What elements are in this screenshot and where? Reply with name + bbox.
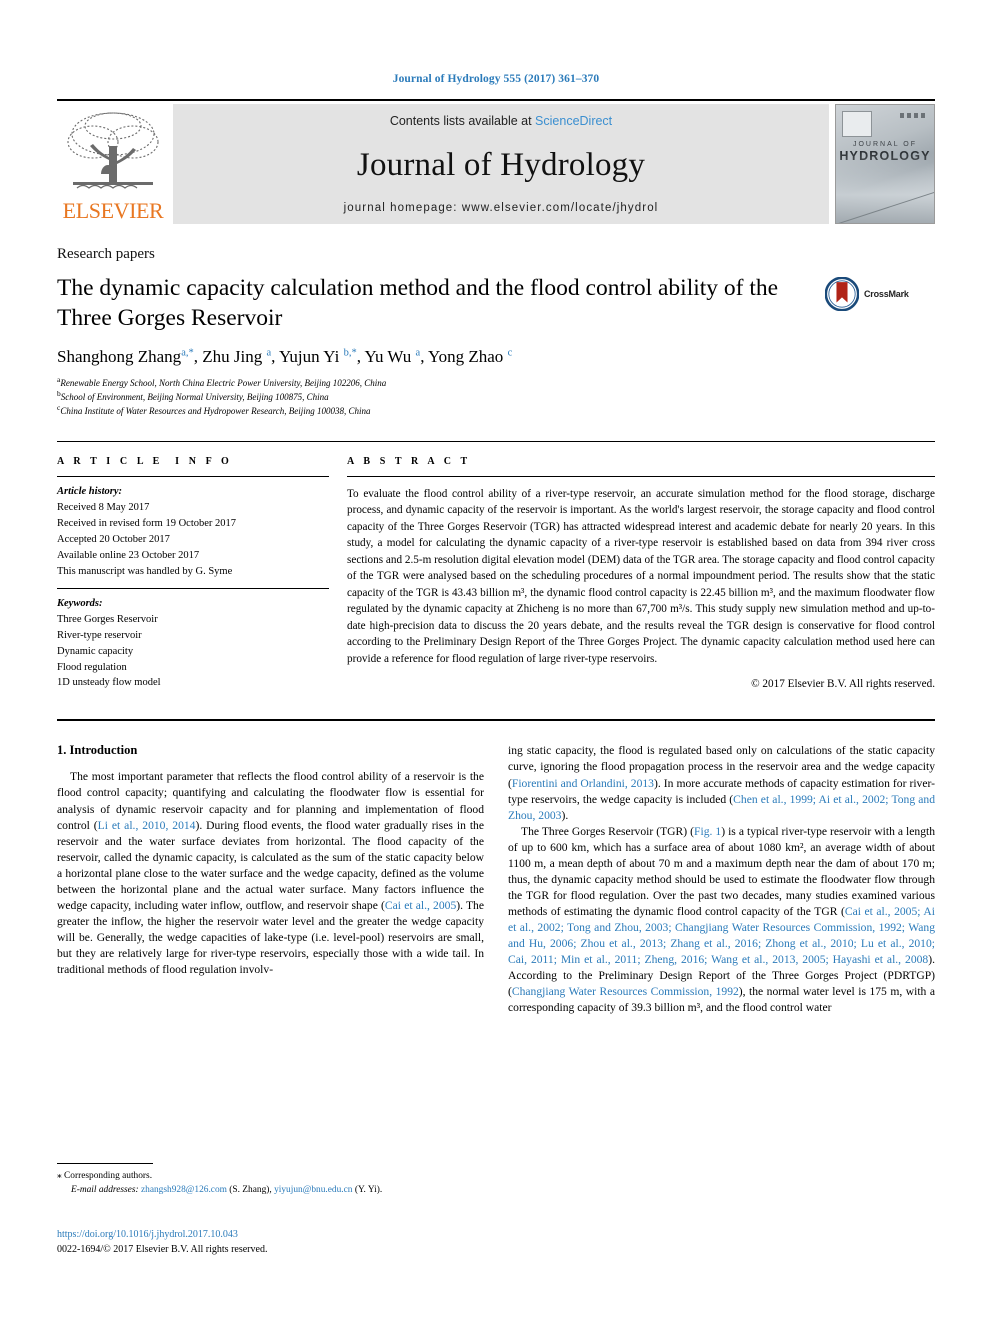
affiliation-text: School of Environment, Beijing Normal Un… [60,392,329,403]
introduction-heading: 1. Introduction [57,743,138,758]
citation-link[interactable]: Li et al., 2010, 2014 [98,819,196,832]
email-owner-2: (Y. Yi). [354,1185,383,1196]
author-mark: a [415,347,421,359]
intro-text-b: ) is a typical river-type reservoir with… [508,824,936,918]
affiliation-text: Renewable Energy School, North China Ele… [60,378,387,389]
article-section-label: Research papers [57,246,155,262]
sciencedirect-link[interactable]: ScienceDirect [535,114,612,128]
crossmark-icon [825,277,859,311]
journal-cover-thumbnail: JOURNAL OF HYDROLOGY [835,104,935,224]
article-history-label: Article history: [57,485,123,497]
citation-link[interactable]: Fiorentini and Orlandini, 2013 [512,777,654,790]
abstract-column: A B S T R A C T To evaluate the flood co… [347,442,935,699]
keyword-item: Flood regulation [57,661,127,673]
keyword-item: Three Gorges Reservoir [57,613,158,625]
author-mark: c [507,347,513,359]
corresponding-mark: ⁎ [57,1171,62,1181]
article-info-column: A R T I C L E I N F O Article history: R… [57,442,347,699]
affiliation-text: China Institute of Water Resources and H… [60,406,371,417]
history-item: Available online 23 October 2017 [57,549,200,561]
info-abstract-block: A R T I C L E I N F O Article history: R… [57,440,935,699]
elsevier-tree-icon [67,112,159,189]
intro-paragraph-right-1: ing static capacity, the flood is regula… [508,743,935,823]
email-label: E-mail addresses: [71,1185,139,1196]
author-mark: b,* [343,347,357,359]
keyword-item: River-type reservoir [57,629,142,641]
masthead-center: Contents lists available at ScienceDirec… [173,104,829,224]
abstract-heading: A B S T R A C T [347,455,471,467]
running-head: Journal of Hydrology 555 (2017) 361–370 [392,73,600,85]
keyword-item: 1D unsteady flow model [57,677,161,689]
figure-link[interactable]: Fig. 1 [694,825,721,838]
affiliation-list: aRenewable Energy School, North China El… [57,376,935,419]
author-list: Shanghong Zhanga,*, Zhu Jing a, Yujun Yi… [57,347,513,367]
email-owner-1: (S. Zhang), [229,1185,272,1196]
email-link-1[interactable]: zhangsh928@126.com [141,1185,227,1195]
author-mark: a,* [181,347,194,359]
contents-prefix: Contents lists available at [389,114,536,128]
issn-copyright-line: 0022-1694/© 2017 Elsevier B.V. All right… [57,1244,268,1255]
journal-homepage[interactable]: journal homepage: www.elsevier.com/locat… [344,202,659,214]
body-column-left: 1. Introduction The most important param… [57,743,484,1016]
history-item: This manuscript was handled by G. Syme [57,565,233,577]
page-title: The dynamic capacity calculation method … [57,275,779,332]
paper-page: Journal of Hydrology 555 (2017) 361–370 [0,0,992,1323]
doi-block: https://doi.org/10.1016/j.jhydrol.2017.1… [57,1227,267,1257]
citation-link[interactable]: Cai et al., 2005 [385,899,456,912]
author-mark: a [266,347,272,359]
contents-list-line: Contents lists available at ScienceDirec… [390,114,612,128]
body-column-right: ing static capacity, the flood is regula… [508,743,935,1016]
citation-link[interactable]: Changjiang Water Resources Commission, 1… [512,985,739,998]
email-link-2[interactable]: yiyujun@bnu.edu.cn [274,1185,352,1195]
corresponding-authors-note: ⁎ Corresponding authors. [57,1169,467,1183]
history-item: Received 8 May 2017 [57,501,150,513]
crossmark-badge[interactable]: CrossMark [825,273,935,311]
email-note: E-mail addresses: zhangsh928@126.com (S.… [57,1183,467,1197]
history-item: Accepted 20 October 2017 [57,533,170,545]
footnote-rule [57,1163,153,1164]
cover-barcode [900,113,928,118]
intro-text-a: The Three Gorges Reservoir (TGR) ( [521,824,695,838]
intro-text-c: ). [561,808,569,822]
history-item: Received in revised form 19 October 2017 [57,517,237,529]
body-columns: 1. Introduction The most important param… [57,743,935,1016]
affiliation-item: bSchool of Environment, Beijing Normal U… [57,390,935,405]
elsevier-logo: ELSEVIER [57,104,169,224]
elsevier-wordmark: ELSEVIER [62,198,164,223]
abstract-body: To evaluate the flood control ability of… [347,487,935,665]
keywords-group: Keywords: Three Gorges Reservoir River-t… [57,589,329,700]
cover-title-line1: JOURNAL OF [852,141,918,148]
affiliation-item: aRenewable Energy School, North China El… [57,376,935,391]
crossmark-label: CrossMark [864,289,909,299]
corresponding-text: Corresponding authors. [64,1171,153,1181]
cover-logo-box [842,111,872,137]
keyword-item: Dynamic capacity [57,645,134,657]
keywords-label: Keywords: [57,597,103,609]
masthead-top-rule [57,99,935,101]
body-top-rule [57,719,935,722]
intro-paragraph-right-2: The Three Gorges Reservoir (TGR) (Fig. 1… [508,824,935,1017]
doi-link[interactable]: https://doi.org/10.1016/j.jhydrol.2017.1… [57,1227,267,1242]
journal-title: Journal of Hydrology [356,146,646,183]
journal-masthead: ELSEVIER Contents lists available at Sci… [57,99,935,224]
article-info-heading: A R T I C L E I N F O [57,455,233,467]
title-row: The dynamic capacity calculation method … [57,273,935,333]
cover-image-wash [836,153,934,223]
intro-paragraph-left: The most important parameter that reflec… [57,769,484,978]
intro-text-b: ). During flood events, the flood water … [57,818,484,912]
affiliation-item: cChina Institute of Water Resources and … [57,404,935,419]
article-history-group: Article history: Received 8 May 2017 Rec… [57,477,329,588]
footnote-block: ⁎ Corresponding authors. E-mail addresse… [57,1163,467,1197]
abstract-copyright: © 2017 Elsevier B.V. All rights reserved… [751,677,935,690]
masthead-row: ELSEVIER Contents lists available at Sci… [57,104,935,224]
